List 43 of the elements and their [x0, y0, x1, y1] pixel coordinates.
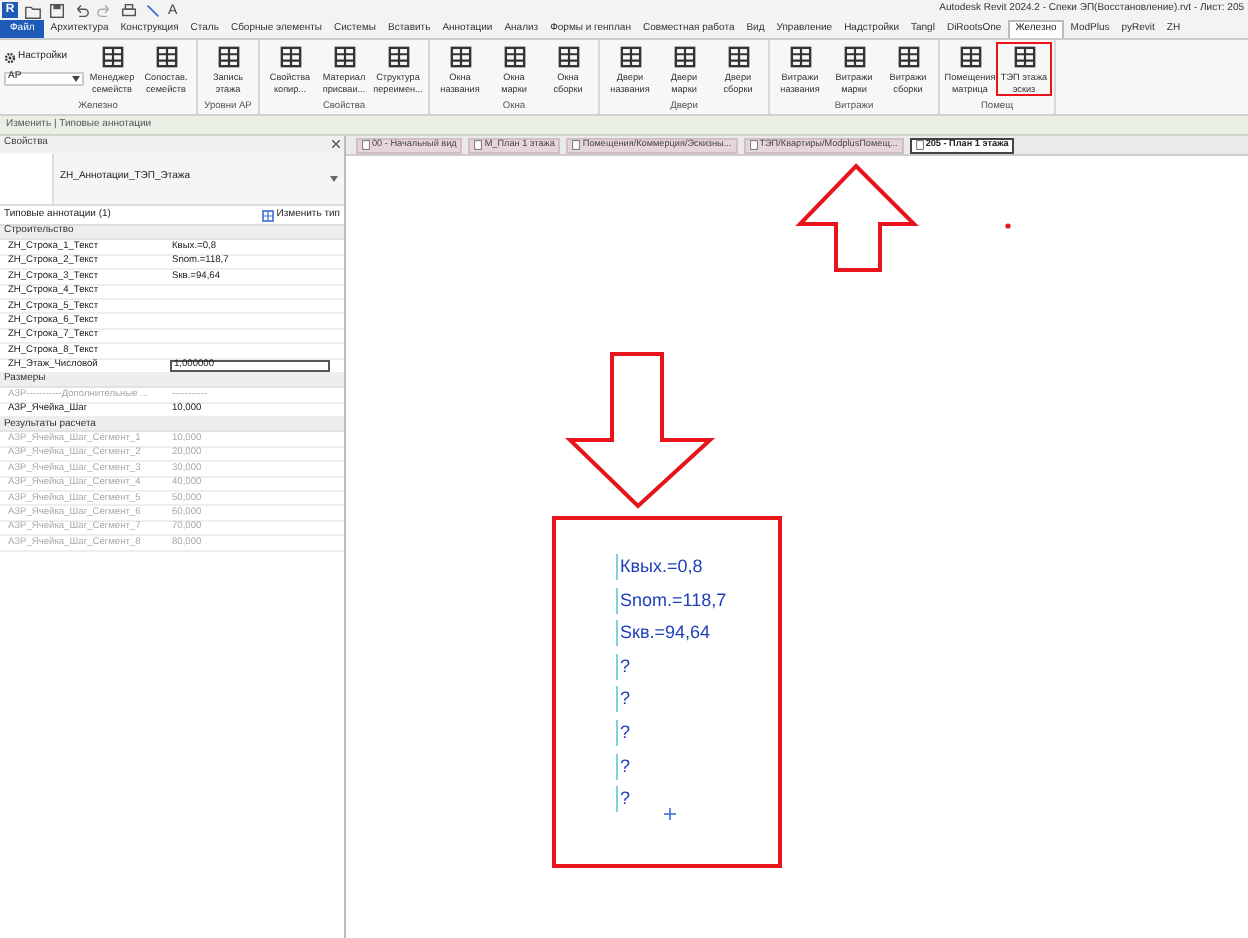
grid-icon	[843, 46, 865, 68]
annotation-text: ?	[616, 786, 631, 813]
up-arrow	[795, 163, 919, 272]
point-marker	[1005, 223, 1011, 229]
grid-icon	[959, 46, 981, 68]
annotation-text: Snom.=118,7	[616, 587, 727, 614]
grid-icon	[727, 46, 749, 68]
grid-icon	[333, 46, 355, 68]
annotation-text: ?	[616, 686, 631, 713]
grid-icon	[557, 46, 579, 68]
sheet-icon	[474, 140, 483, 150]
undo-icon[interactable]	[72, 1, 90, 19]
sheet-icon	[915, 140, 924, 150]
sheet-icon	[749, 140, 758, 150]
grid-icon	[789, 46, 811, 68]
grid-icon	[449, 46, 471, 68]
grid-icon	[279, 46, 301, 68]
save-icon[interactable]	[48, 1, 66, 19]
grid-icon	[387, 46, 409, 68]
close-icon[interactable]	[332, 140, 340, 148]
grid-icon	[262, 209, 275, 221]
grid-icon	[503, 46, 525, 68]
line-icon[interactable]	[144, 1, 162, 19]
sheet-icon	[362, 140, 370, 150]
grid-icon	[897, 46, 919, 68]
sheet-icon	[572, 140, 581, 150]
caret-icon	[72, 75, 80, 81]
annotation-text: Sкв.=94,64	[616, 620, 710, 647]
grid-icon	[155, 46, 177, 68]
annotation-text: ?	[616, 753, 631, 780]
grid-icon	[217, 46, 239, 68]
move-cursor-icon	[663, 807, 677, 821]
grid-icon	[1013, 46, 1035, 68]
grid-icon	[101, 46, 123, 68]
annotation-text: ?	[616, 653, 631, 680]
grid-icon	[619, 46, 641, 68]
gear-icon	[4, 51, 16, 64]
print-icon[interactable]	[120, 1, 138, 19]
folder-icon[interactable]	[24, 1, 42, 19]
grid-icon	[673, 46, 695, 68]
caret-icon	[330, 175, 338, 181]
annotation-text: Квых.=0,8	[616, 554, 703, 580]
annotation-text: ?	[616, 719, 631, 746]
